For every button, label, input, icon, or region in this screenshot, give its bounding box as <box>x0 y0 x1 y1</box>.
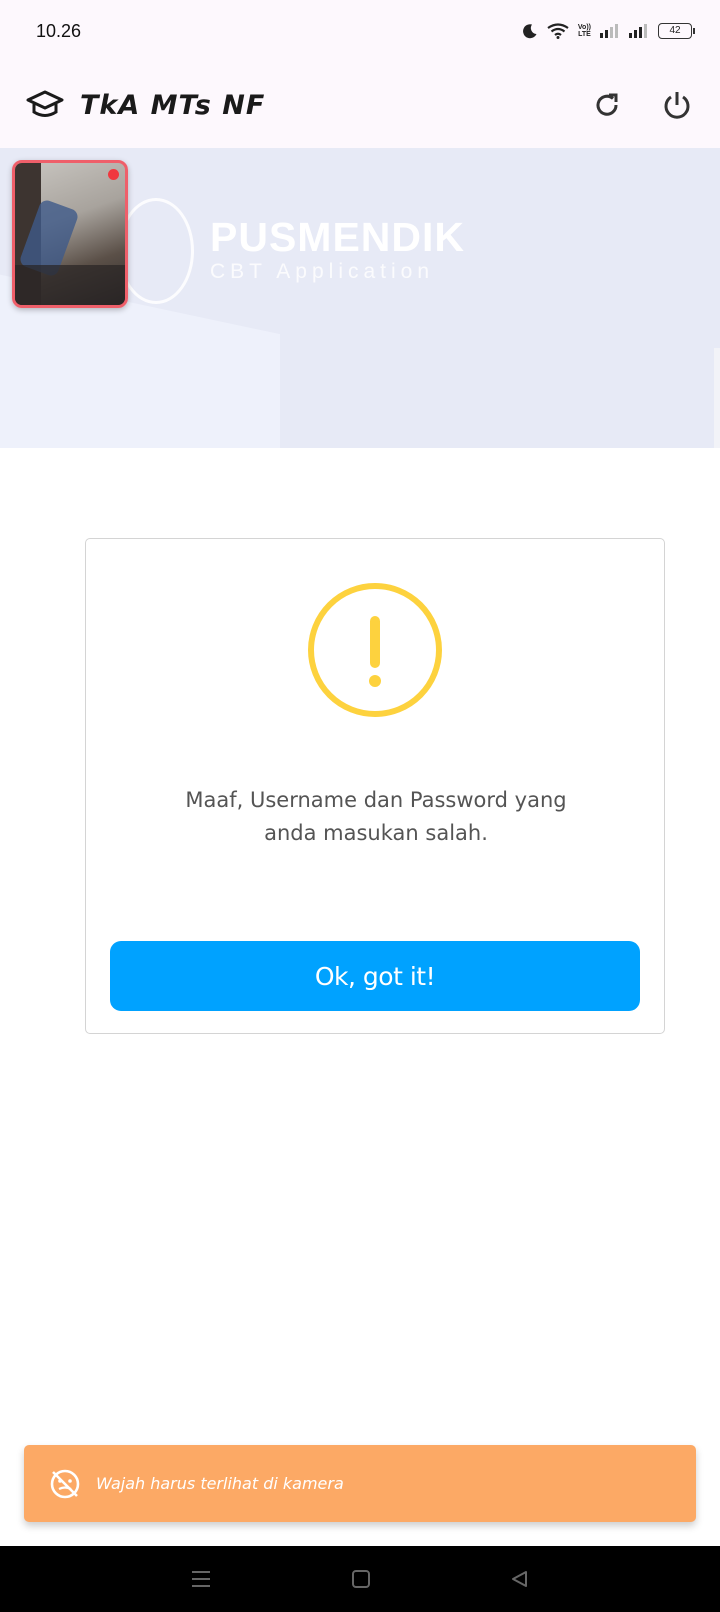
app-title: TkA MTs NF <box>80 89 266 121</box>
signal-icon-1 <box>600 24 618 38</box>
navigation-bar <box>0 1546 720 1612</box>
refresh-button[interactable] <box>590 88 624 122</box>
app-bar: TkA MTs NF <box>0 62 720 148</box>
status-time: 10.26 <box>36 20 82 41</box>
refresh-icon <box>596 93 618 116</box>
moon-icon <box>522 24 537 39</box>
power-icon <box>664 92 690 119</box>
alert-dialog: Maaf, Username dan Password yang anda ma… <box>85 538 665 1034</box>
face-hidden-icon <box>50 1469 80 1498</box>
home-icon[interactable] <box>351 1569 371 1589</box>
face-warning-toast: Wajah harus terlihat di kamera <box>24 1445 696 1522</box>
power-button[interactable] <box>660 88 694 122</box>
alert-message: Maaf, Username dan Password yang anda ma… <box>185 788 567 845</box>
wifi-icon <box>547 23 569 39</box>
back-icon[interactable] <box>510 1569 530 1589</box>
graduation-cap-icon <box>26 90 64 117</box>
recents-icon[interactable] <box>190 1570 212 1588</box>
ok-button[interactable]: Ok, got it! <box>110 941 640 1011</box>
banner-subtitle: CBT Application <box>210 260 435 283</box>
status-icons: Vo)) LTE 42 <box>522 23 695 39</box>
pusmendik-logo-icon <box>118 198 194 304</box>
banner-brand: PUSMENDIK <box>210 214 466 260</box>
battery-indicator: 42 <box>658 23 695 39</box>
camera-preview[interactable] <box>12 160 128 308</box>
status-bar: 10.26 Vo)) LTE 42 <box>0 0 720 62</box>
toast-text: Wajah harus terlihat di kamera <box>96 1474 344 1493</box>
signal-icon-2 <box>629 24 647 38</box>
recording-indicator-icon <box>108 169 119 180</box>
volte-indicator: Vo)) LTE <box>577 24 591 38</box>
warning-icon <box>308 583 442 717</box>
